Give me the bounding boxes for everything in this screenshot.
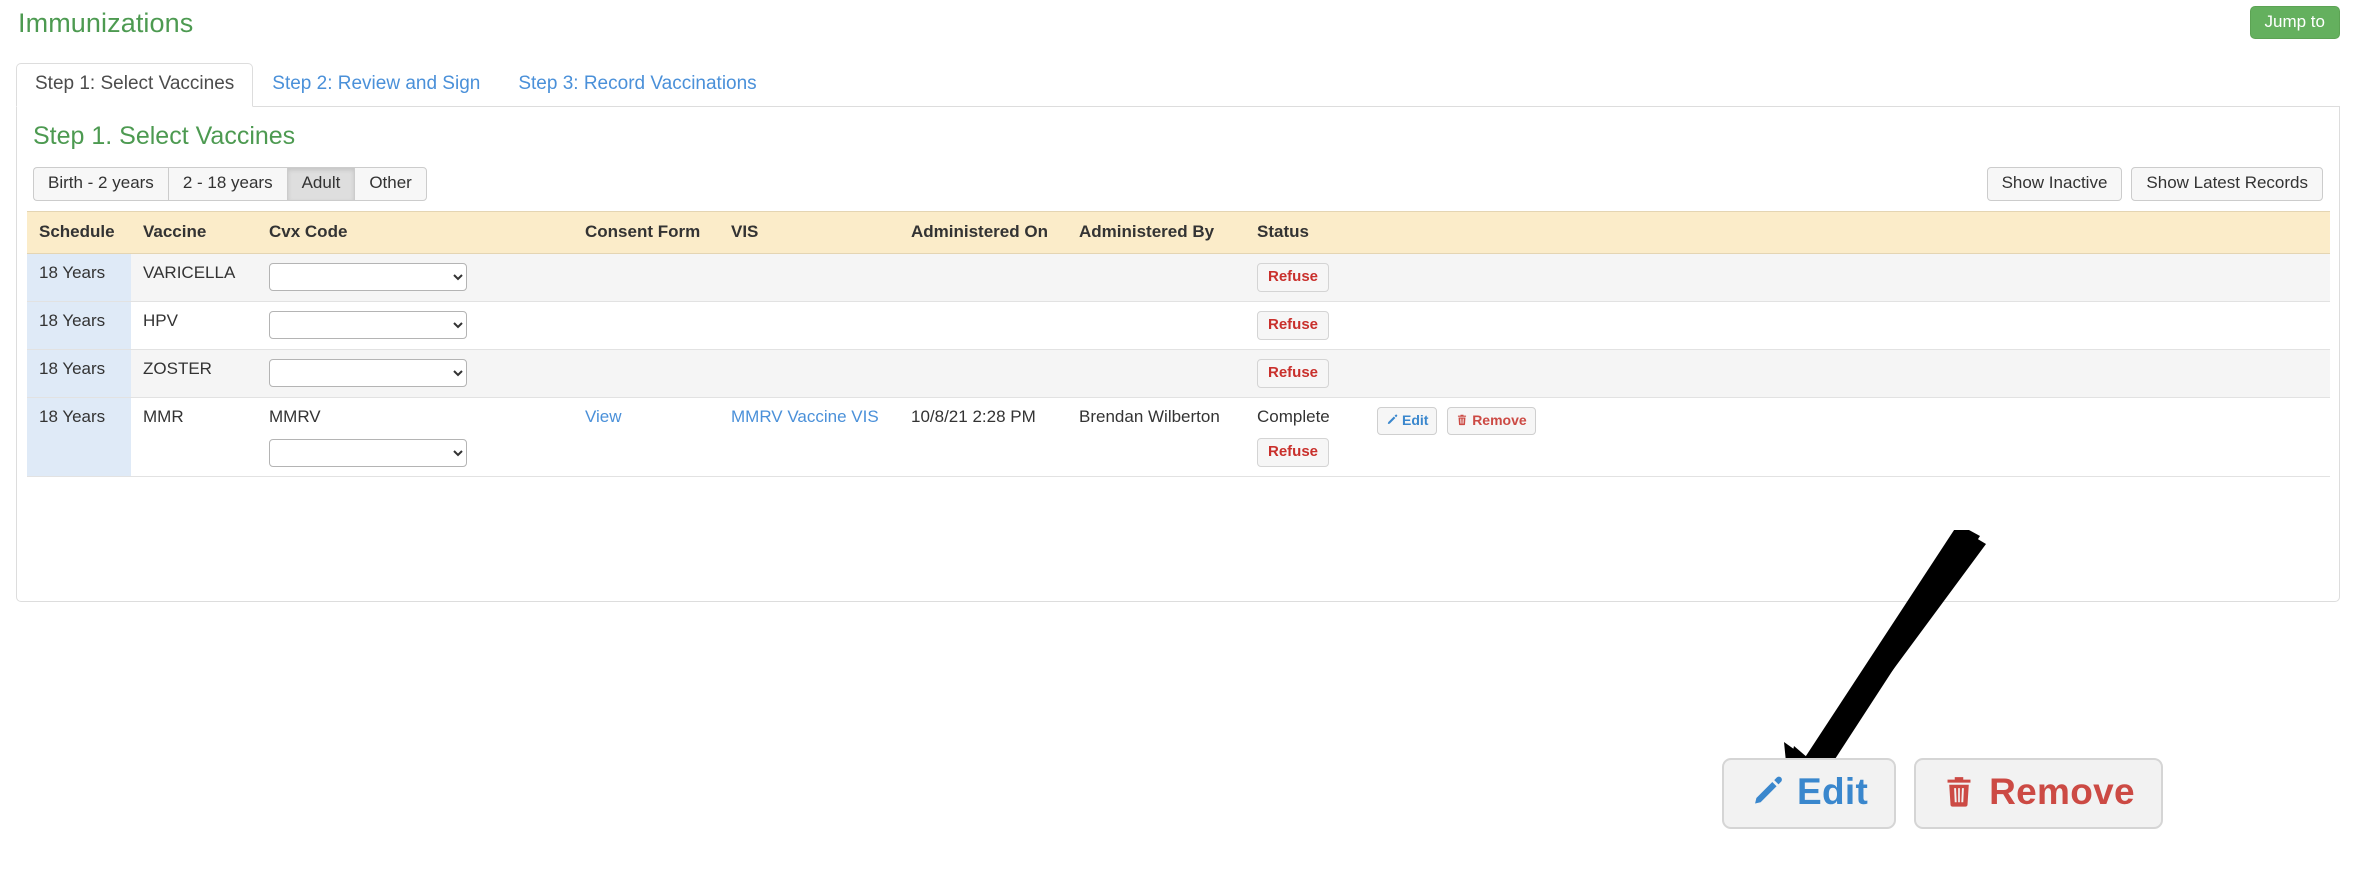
table-row: 18 Years ZOSTER Refuse <box>27 349 2330 398</box>
cell-cvx-code <box>257 253 573 302</box>
column-header-vis: VIS <box>719 211 899 254</box>
cell-vaccine: MMR <box>131 397 257 477</box>
tab-step-2-review-and-sign[interactable]: Step 2: Review and Sign <box>253 63 499 107</box>
cell-consent-form <box>573 349 719 398</box>
cell-consent-form <box>573 301 719 350</box>
cell-cvx-code: MMRV <box>257 397 573 477</box>
age-filter-adult[interactable]: Adult <box>286 167 355 202</box>
cell-administered-by <box>1067 349 1245 398</box>
magnified-action-callout: Edit Remove <box>1722 758 2163 829</box>
cell-actions <box>1365 253 2330 302</box>
cell-administered-on <box>899 349 1067 398</box>
consent-form-view-link[interactable]: View <box>585 407 622 426</box>
page-title: Immunizations <box>18 8 194 38</box>
age-filter-birth-2-years[interactable]: Birth - 2 years <box>33 167 168 202</box>
table-row: 18 Years VARICELLA Refuse <box>27 253 2330 302</box>
tab-step-3-record-vaccinations[interactable]: Step 3: Record Vaccinations <box>499 63 775 107</box>
magnified-edit-label: Edit <box>1797 771 1869 812</box>
refuse-button[interactable]: Refuse <box>1257 438 1330 467</box>
edit-button-label: Edit <box>1402 412 1429 428</box>
cell-vaccine: VARICELLA <box>131 253 257 302</box>
cell-actions: Edit Remove <box>1365 397 2330 477</box>
trash-icon <box>1458 415 1467 426</box>
cell-schedule: 18 Years <box>27 397 131 477</box>
column-header-schedule: Schedule <box>27 211 131 254</box>
column-header-administered-on: Administered On <box>899 211 1067 254</box>
cvx-code-select[interactable] <box>269 311 467 339</box>
cell-consent-form <box>573 253 719 302</box>
column-header-actions <box>1365 211 2330 254</box>
cell-administered-by: Brendan Wilberton <box>1067 397 1245 477</box>
cell-administered-on <box>899 301 1067 350</box>
select-vaccines-panel: Step 1. Select Vaccines Birth - 2 years … <box>16 107 2340 602</box>
status-text: Complete <box>1257 407 1330 426</box>
pencil-icon <box>1755 777 1782 804</box>
remove-button-label: Remove <box>1472 412 1527 428</box>
cvx-code-select[interactable] <box>269 439 467 467</box>
refuse-button[interactable]: Refuse <box>1257 311 1330 340</box>
column-header-vaccine: Vaccine <box>131 211 257 254</box>
cell-vis <box>719 253 899 302</box>
filter-toolbar: Birth - 2 years 2 - 18 years Adult Other… <box>33 167 2323 202</box>
cell-status: Refuse <box>1245 301 1365 350</box>
edit-button[interactable]: Edit <box>1377 407 1438 435</box>
cell-vis <box>719 349 899 398</box>
table-body: 18 Years VARICELLA Refuse 18 Years HPV R… <box>27 253 2330 477</box>
cvx-code-select[interactable] <box>269 263 467 291</box>
cell-consent-form: View <box>573 397 719 477</box>
cell-actions <box>1365 301 2330 350</box>
cell-vaccine: ZOSTER <box>131 349 257 398</box>
pencil-icon <box>1387 414 1398 425</box>
cell-status: Refuse <box>1245 253 1365 302</box>
tab-step-1-select-vaccines[interactable]: Step 1: Select Vaccines <box>16 63 254 107</box>
table-row: 18 Years HPV Refuse <box>27 301 2330 350</box>
column-header-consent-form: Consent Form <box>573 211 719 254</box>
table-header-row: Schedule Vaccine Cvx Code Consent Form V… <box>27 211 2330 254</box>
show-inactive-button[interactable]: Show Inactive <box>1986 167 2123 202</box>
age-filter-group: Birth - 2 years 2 - 18 years Adult Other <box>33 167 427 202</box>
cell-cvx-code <box>257 349 573 398</box>
cell-administered-on: 10/8/21 2:28 PM <box>899 397 1067 477</box>
refuse-button[interactable]: Refuse <box>1257 359 1330 388</box>
cell-administered-by <box>1067 301 1245 350</box>
cvx-code-select[interactable] <box>269 359 467 387</box>
cell-vaccine: HPV <box>131 301 257 350</box>
age-filter-other[interactable]: Other <box>354 167 427 202</box>
cell-schedule: 18 Years <box>27 349 131 398</box>
cell-status: Complete Refuse <box>1245 397 1365 477</box>
cell-cvx-code <box>257 301 573 350</box>
jump-to-button[interactable]: Jump to <box>2249 6 2340 39</box>
cell-status: Refuse <box>1245 349 1365 398</box>
vaccine-table-wrapper: Schedule Vaccine Cvx Code Consent Form V… <box>27 211 2330 477</box>
remove-button[interactable]: Remove <box>1447 407 1536 435</box>
vis-link[interactable]: MMRV Vaccine VIS <box>731 407 879 426</box>
column-header-administered-by: Administered By <box>1067 211 1245 254</box>
cvx-code-value: MMRV <box>269 407 321 426</box>
vaccine-table: Schedule Vaccine Cvx Code Consent Form V… <box>27 211 2330 477</box>
trash-icon <box>1947 777 1971 808</box>
table-row: 18 Years MMR MMRV View MMRV Vaccine VIS … <box>27 397 2330 477</box>
immunizations-page: Immunizations Jump to Step 1: Select Vac… <box>0 0 2356 874</box>
cell-administered-on <box>899 253 1067 302</box>
magnified-remove-button[interactable]: Remove <box>1914 758 2163 829</box>
table-options: Show Inactive Show Latest Records <box>1986 167 2323 202</box>
cell-administered-by <box>1067 253 1245 302</box>
cell-actions <box>1365 349 2330 398</box>
cell-vis <box>719 301 899 350</box>
age-filter-2-18-years[interactable]: 2 - 18 years <box>167 167 287 202</box>
cell-schedule: 18 Years <box>27 301 131 350</box>
step-heading: Step 1. Select Vaccines <box>33 122 296 150</box>
refuse-button[interactable]: Refuse <box>1257 263 1330 292</box>
show-latest-records-button[interactable]: Show Latest Records <box>2131 167 2323 202</box>
magnified-remove-label: Remove <box>1989 771 2135 812</box>
column-header-status: Status <box>1245 211 1365 254</box>
step-tabs: Step 1: Select Vaccines Step 2: Review a… <box>16 63 2340 107</box>
cell-vis: MMRV Vaccine VIS <box>719 397 899 477</box>
column-header-cvx-code: Cvx Code <box>257 211 573 254</box>
magnified-edit-button[interactable]: Edit <box>1722 758 1897 829</box>
cell-schedule: 18 Years <box>27 253 131 302</box>
